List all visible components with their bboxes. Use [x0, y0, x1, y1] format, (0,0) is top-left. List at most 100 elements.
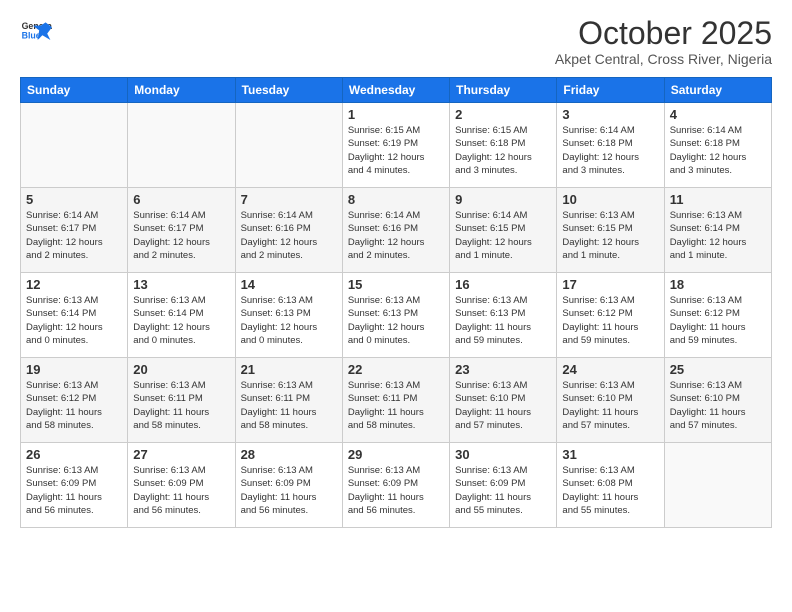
- day-number: 10: [562, 192, 658, 207]
- calendar-cell: 22 Sunrise: 6:13 AM Sunset: 6:11 PM Dayli…: [342, 358, 449, 443]
- day-info: Sunrise: 6:15 AM Sunset: 6:18 PM Dayligh…: [455, 124, 551, 177]
- calendar-cell: 6Sunrise: 6:14 AM Sunset: 6:17 PM Daylig…: [128, 188, 235, 273]
- weekday-header-monday: Monday: [128, 78, 235, 103]
- day-info: Sunrise: 6:14 AM Sunset: 6:18 PM Dayligh…: [670, 124, 766, 177]
- day-info: Sunrise: 6:13 AM Sunset: 6:12 PM Dayligh…: [562, 294, 658, 347]
- day-number: 6: [133, 192, 229, 207]
- calendar-week-row: 26 Sunrise: 6:13 AM Sunset: 6:09 PM Dayli…: [21, 443, 772, 528]
- calendar-cell: 24 Sunrise: 6:13 AM Sunset: 6:10 PM Dayli…: [557, 358, 664, 443]
- day-number: 19: [26, 362, 122, 377]
- day-info: Sunrise: 6:14 AM Sunset: 6:16 PM Dayligh…: [348, 209, 444, 262]
- day-info: Sunrise: 6:13 AM Sunset: 6:14 PM Dayligh…: [133, 294, 229, 347]
- location-subtitle: Akpet Central, Cross River, Nigeria: [555, 51, 772, 67]
- calendar-cell: 7Sunrise: 6:14 AM Sunset: 6:16 PM Daylig…: [235, 188, 342, 273]
- calendar-cell: 18 Sunrise: 6:13 AM Sunset: 6:12 PM Dayli…: [664, 273, 771, 358]
- calendar-cell: 9 Sunrise: 6:14 AM Sunset: 6:15 PM Daylig…: [450, 188, 557, 273]
- day-number: 30: [455, 447, 551, 462]
- day-number: 9: [455, 192, 551, 207]
- calendar-cell: 3Sunrise: 6:14 AM Sunset: 6:18 PM Daylig…: [557, 103, 664, 188]
- calendar-cell: 14 Sunrise: 6:13 AM Sunset: 6:13 PM Dayli…: [235, 273, 342, 358]
- day-info: Sunrise: 6:13 AM Sunset: 6:11 PM Dayligh…: [348, 379, 444, 432]
- calendar-week-row: 5Sunrise: 6:14 AM Sunset: 6:17 PM Daylig…: [21, 188, 772, 273]
- day-info: Sunrise: 6:13 AM Sunset: 6:13 PM Dayligh…: [241, 294, 337, 347]
- day-number: 17: [562, 277, 658, 292]
- day-info: Sunrise: 6:13 AM Sunset: 6:11 PM Dayligh…: [241, 379, 337, 432]
- calendar-cell: 5Sunrise: 6:14 AM Sunset: 6:17 PM Daylig…: [21, 188, 128, 273]
- title-section: October 2025 Akpet Central, Cross River,…: [555, 16, 772, 67]
- calendar-cell: [21, 103, 128, 188]
- calendar-cell: 16 Sunrise: 6:13 AM Sunset: 6:13 PM Dayli…: [450, 273, 557, 358]
- day-number: 8: [348, 192, 444, 207]
- day-info: Sunrise: 6:13 AM Sunset: 6:10 PM Dayligh…: [562, 379, 658, 432]
- day-number: 18: [670, 277, 766, 292]
- day-number: 12: [26, 277, 122, 292]
- day-info: Sunrise: 6:14 AM Sunset: 6:18 PM Dayligh…: [562, 124, 658, 177]
- day-number: 15: [348, 277, 444, 292]
- day-number: 20: [133, 362, 229, 377]
- day-info: Sunrise: 6:13 AM Sunset: 6:09 PM Dayligh…: [241, 464, 337, 517]
- day-info: Sunrise: 6:13 AM Sunset: 6:12 PM Dayligh…: [670, 294, 766, 347]
- day-number: 26: [26, 447, 122, 462]
- day-info: Sunrise: 6:13 AM Sunset: 6:13 PM Dayligh…: [348, 294, 444, 347]
- calendar-week-row: 19 Sunrise: 6:13 AM Sunset: 6:12 PM Dayli…: [21, 358, 772, 443]
- weekday-header-saturday: Saturday: [664, 78, 771, 103]
- calendar-cell: 10 Sunrise: 6:13 AM Sunset: 6:15 PM Dayli…: [557, 188, 664, 273]
- logo: General Blue: [20, 16, 52, 48]
- day-info: Sunrise: 6:14 AM Sunset: 6:16 PM Dayligh…: [241, 209, 337, 262]
- calendar-cell: 28 Sunrise: 6:13 AM Sunset: 6:09 PM Dayli…: [235, 443, 342, 528]
- page-header: General Blue October 2025 Akpet Central,…: [20, 16, 772, 67]
- day-number: 23: [455, 362, 551, 377]
- logo-icon: General Blue: [20, 16, 52, 48]
- day-info: Sunrise: 6:13 AM Sunset: 6:09 PM Dayligh…: [348, 464, 444, 517]
- day-number: 5: [26, 192, 122, 207]
- calendar-cell: 29Sunrise: 6:13 AM Sunset: 6:09 PM Dayli…: [342, 443, 449, 528]
- day-info: Sunrise: 6:13 AM Sunset: 6:13 PM Dayligh…: [455, 294, 551, 347]
- calendar-cell: [128, 103, 235, 188]
- day-info: Sunrise: 6:15 AM Sunset: 6:19 PM Dayligh…: [348, 124, 444, 177]
- day-number: 2: [455, 107, 551, 122]
- day-number: 14: [241, 277, 337, 292]
- calendar-cell: 11Sunrise: 6:13 AM Sunset: 6:14 PM Dayli…: [664, 188, 771, 273]
- day-number: 13: [133, 277, 229, 292]
- calendar-cell: 26Sunrise: 6:13 AM Sunset: 6:09 PM Dayli…: [21, 443, 128, 528]
- calendar-week-row: 12 Sunrise: 6:13 AM Sunset: 6:14 PM Dayli…: [21, 273, 772, 358]
- calendar-cell: 19 Sunrise: 6:13 AM Sunset: 6:12 PM Dayli…: [21, 358, 128, 443]
- day-number: 31: [562, 447, 658, 462]
- day-info: Sunrise: 6:13 AM Sunset: 6:12 PM Dayligh…: [26, 379, 122, 432]
- calendar-cell: 23 Sunrise: 6:13 AM Sunset: 6:10 PM Dayli…: [450, 358, 557, 443]
- calendar-cell: 31Sunrise: 6:13 AM Sunset: 6:08 PM Dayli…: [557, 443, 664, 528]
- day-info: Sunrise: 6:13 AM Sunset: 6:09 PM Dayligh…: [455, 464, 551, 517]
- day-number: 22: [348, 362, 444, 377]
- weekday-header-wednesday: Wednesday: [342, 78, 449, 103]
- calendar-cell: 12 Sunrise: 6:13 AM Sunset: 6:14 PM Dayli…: [21, 273, 128, 358]
- day-number: 16: [455, 277, 551, 292]
- calendar-cell: 8 Sunrise: 6:14 AM Sunset: 6:16 PM Daylig…: [342, 188, 449, 273]
- calendar-cell: 30 Sunrise: 6:13 AM Sunset: 6:09 PM Dayli…: [450, 443, 557, 528]
- weekday-header-thursday: Thursday: [450, 78, 557, 103]
- calendar-cell: 15 Sunrise: 6:13 AM Sunset: 6:13 PM Dayli…: [342, 273, 449, 358]
- weekday-header-sunday: Sunday: [21, 78, 128, 103]
- calendar-table: SundayMondayTuesdayWednesdayThursdayFrid…: [20, 77, 772, 528]
- day-number: 4: [670, 107, 766, 122]
- calendar-cell: 13 Sunrise: 6:13 AM Sunset: 6:14 PM Dayli…: [128, 273, 235, 358]
- calendar-week-row: 1Sunrise: 6:15 AM Sunset: 6:19 PM Daylig…: [21, 103, 772, 188]
- calendar-cell: 1Sunrise: 6:15 AM Sunset: 6:19 PM Daylig…: [342, 103, 449, 188]
- day-number: 21: [241, 362, 337, 377]
- calendar-cell: 2 Sunrise: 6:15 AM Sunset: 6:18 PM Daylig…: [450, 103, 557, 188]
- day-number: 27: [133, 447, 229, 462]
- day-info: Sunrise: 6:13 AM Sunset: 6:15 PM Dayligh…: [562, 209, 658, 262]
- day-info: Sunrise: 6:13 AM Sunset: 6:10 PM Dayligh…: [455, 379, 551, 432]
- day-info: Sunrise: 6:13 AM Sunset: 6:14 PM Dayligh…: [26, 294, 122, 347]
- day-info: Sunrise: 6:13 AM Sunset: 6:09 PM Dayligh…: [133, 464, 229, 517]
- day-number: 24: [562, 362, 658, 377]
- calendar-cell: 17 Sunrise: 6:13 AM Sunset: 6:12 PM Dayli…: [557, 273, 664, 358]
- weekday-header-tuesday: Tuesday: [235, 78, 342, 103]
- day-number: 25: [670, 362, 766, 377]
- calendar-cell: 4 Sunrise: 6:14 AM Sunset: 6:18 PM Daylig…: [664, 103, 771, 188]
- calendar-cell: [664, 443, 771, 528]
- weekday-header-friday: Friday: [557, 78, 664, 103]
- day-info: Sunrise: 6:14 AM Sunset: 6:15 PM Dayligh…: [455, 209, 551, 262]
- calendar-cell: 20Sunrise: 6:13 AM Sunset: 6:11 PM Dayli…: [128, 358, 235, 443]
- calendar-cell: 27 Sunrise: 6:13 AM Sunset: 6:09 PM Dayli…: [128, 443, 235, 528]
- day-number: 28: [241, 447, 337, 462]
